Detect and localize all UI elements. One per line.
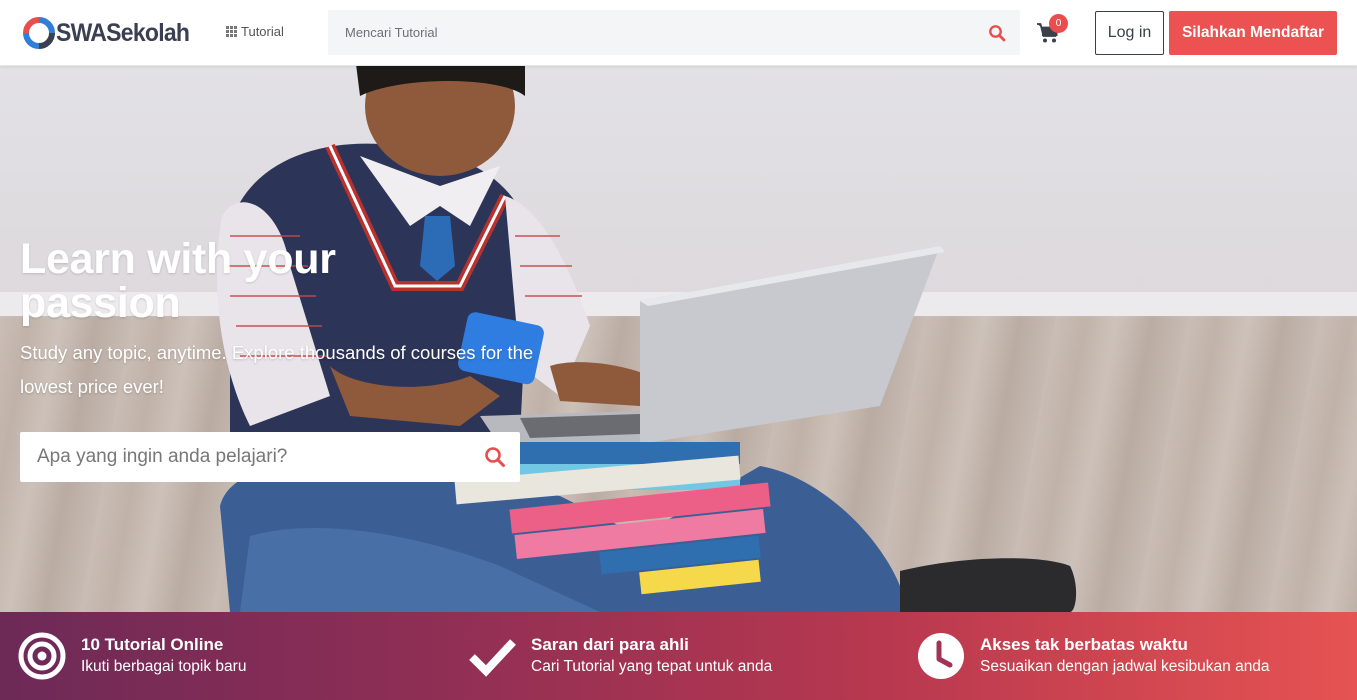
brand-name: SWASekolah (56, 18, 190, 47)
feature-title: 10 Tutorial Online (81, 635, 224, 654)
grid-icon (226, 26, 237, 37)
clock-icon (917, 632, 965, 680)
search-icon[interactable] (484, 446, 506, 468)
feature-item-tutorials: 10 Tutorial Online Ikuti berbagai topik … (18, 612, 246, 700)
nav-search-input[interactable] (328, 10, 968, 55)
feature-title: Akses tak berbatas waktu (980, 635, 1188, 654)
cart-count-badge: 0 (1049, 14, 1068, 33)
hero-subtitle: Study any topic, anytime. Explore thousa… (20, 342, 534, 397)
hero-search-bar (20, 432, 520, 482)
search-icon[interactable] (988, 24, 1006, 42)
feature-desc: Ikuti berbagai topik baru (81, 658, 247, 675)
brand-logo[interactable]: SWASekolah (23, 16, 201, 50)
nav-tutorial-label: Tutorial (241, 24, 284, 39)
hero-search-input[interactable] (20, 432, 470, 482)
nav-tutorial-menu[interactable]: Tutorial (226, 24, 284, 39)
login-button[interactable]: Log in (1095, 11, 1164, 55)
top-navbar: SWASekolah Tutorial 0 Log in Silahkan Me… (0, 0, 1357, 66)
nav-search-bar (328, 10, 1020, 55)
feature-desc: Sesuaikan dengan jadwal kesibukan anda (980, 658, 1270, 675)
feature-item-experts: Saran dari para ahli Cari Tutorial yang … (468, 612, 772, 700)
feature-bar: 10 Tutorial Online Ikuti berbagai topik … (0, 612, 1357, 700)
check-icon (468, 632, 516, 680)
hero-section: Learn with your passion Study any topic,… (0, 66, 1357, 612)
hero-title: Learn with your passion (20, 235, 336, 327)
feature-desc: Cari Tutorial yang tepat untuk anda (531, 658, 773, 675)
feature-item-lifetime-access: Akses tak berbatas waktu Sesuaikan denga… (917, 612, 1270, 700)
feature-title: Saran dari para ahli (531, 635, 689, 654)
target-icon (18, 632, 66, 680)
register-button[interactable]: Silahkan Mendaftar (1169, 11, 1337, 55)
logo-mark-icon (23, 17, 55, 49)
